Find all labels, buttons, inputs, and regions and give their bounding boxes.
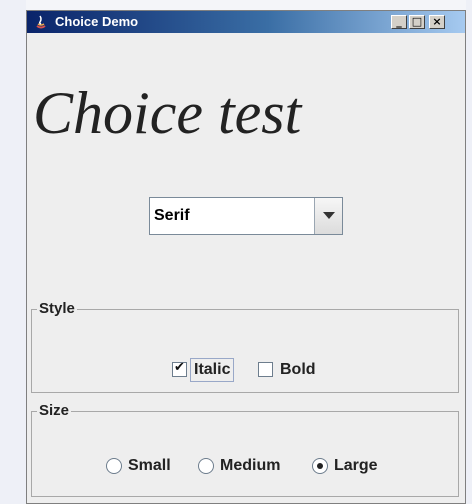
style-group: Style ✔ Italic Bold <box>31 300 459 393</box>
large-label[interactable]: Large <box>334 457 378 475</box>
maximize-button[interactable]: □ <box>409 15 425 29</box>
medium-radio[interactable] <box>198 458 214 474</box>
heading-text: Choice test <box>33 80 302 146</box>
title-bar[interactable]: Choice Demo _ □ × <box>27 11 465 33</box>
size-group-label: Size <box>37 402 72 420</box>
size-group: Size Small Medium Large <box>31 402 459 497</box>
bold-label[interactable]: Bold <box>280 361 316 379</box>
choice-demo-window: Choice Demo _ □ × Choice test Serif Styl… <box>26 10 466 504</box>
desktop-backdrop-left <box>0 0 26 504</box>
close-button[interactable]: × <box>429 15 445 29</box>
style-group-label: Style <box>37 300 77 318</box>
radio-selected-dot <box>317 463 323 469</box>
large-radio[interactable] <box>312 458 328 474</box>
medium-label[interactable]: Medium <box>220 457 280 475</box>
small-radio[interactable] <box>106 458 122 474</box>
font-combo-dropdown-button[interactable] <box>314 198 342 234</box>
minimize-button[interactable]: _ <box>391 15 407 29</box>
italic-checkbox[interactable]: ✔ <box>172 360 187 377</box>
java-app-icon[interactable] <box>33 14 49 30</box>
check-mark-icon: ✔ <box>174 360 185 375</box>
font-combo-box[interactable]: Serif <box>149 197 343 235</box>
desktop-backdrop-right <box>466 0 472 504</box>
italic-label[interactable]: Italic <box>194 361 230 379</box>
font-combo-value: Serif <box>154 207 190 224</box>
chevron-down-icon <box>323 212 335 219</box>
small-label[interactable]: Small <box>128 457 171 475</box>
window-title: Choice Demo <box>55 14 139 29</box>
bold-checkbox[interactable] <box>258 362 273 377</box>
